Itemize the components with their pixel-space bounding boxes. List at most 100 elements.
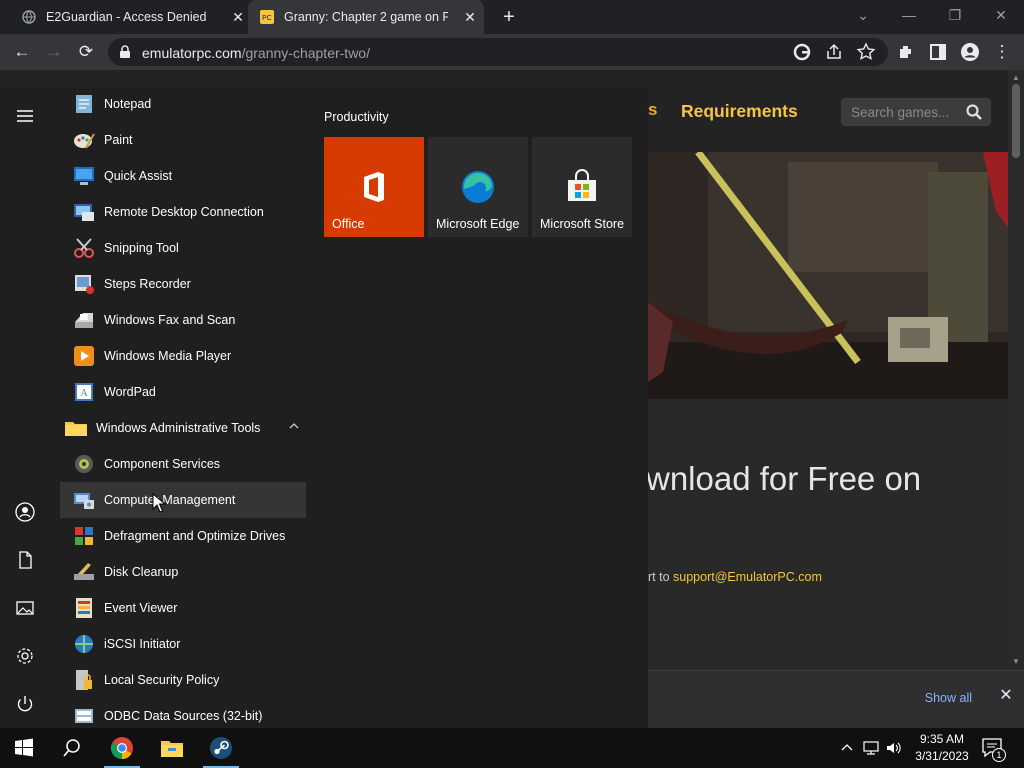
network-icon[interactable] bbox=[862, 739, 880, 757]
tab-e2guardian[interactable]: E2Guardian - Access Denied ✕ bbox=[22, 0, 246, 34]
app-label: Computer Management bbox=[104, 493, 236, 507]
tile-microsoft-edge[interactable]: Microsoft Edge bbox=[428, 137, 528, 237]
close-window-button[interactable]: ✕ bbox=[986, 3, 1016, 27]
site-search-input[interactable]: Search games... bbox=[841, 98, 991, 126]
back-button[interactable]: ← bbox=[10, 40, 34, 64]
svg-text:PC: PC bbox=[262, 15, 272, 22]
settings-gear-icon[interactable] bbox=[13, 644, 37, 668]
forward-button[interactable]: → bbox=[42, 40, 66, 64]
scroll-down-arrow-icon[interactable]: ▼ bbox=[1011, 657, 1021, 667]
app-disk-cleanup[interactable]: Disk Cleanup bbox=[60, 554, 306, 590]
app-label: Remote Desktop Connection bbox=[104, 205, 264, 219]
tiles-group-label: Productivity bbox=[324, 110, 389, 124]
browser-toolbar: ← → ⟳ emulatorpc.com/granny-chapter-two/… bbox=[0, 34, 1024, 70]
url-text: emulatorpc.com/granny-chapter-two/ bbox=[142, 45, 370, 61]
address-bar[interactable]: emulatorpc.com/granny-chapter-two/ bbox=[108, 38, 888, 66]
taskbar: 9:35 AM 3/31/2023 1 bbox=[0, 728, 1024, 768]
taskbar-steam[interactable] bbox=[197, 728, 245, 768]
share-icon[interactable] bbox=[824, 42, 844, 62]
search-button[interactable] bbox=[48, 728, 96, 768]
app-fax-scan[interactable]: Windows Fax and Scan bbox=[60, 302, 306, 338]
hamburger-menu-icon[interactable] bbox=[13, 104, 37, 128]
app-event-viewer[interactable]: Event Viewer bbox=[60, 590, 306, 626]
system-clock[interactable]: 9:35 AM 3/31/2023 bbox=[910, 731, 974, 765]
app-iscsi-initiator[interactable]: iSCSI Initiator bbox=[60, 626, 306, 662]
computer-management-icon bbox=[74, 493, 94, 509]
minimize-button[interactable]: — bbox=[894, 3, 924, 27]
documents-icon[interactable] bbox=[13, 548, 37, 572]
tab-search-icon[interactable]: ⌄ bbox=[848, 3, 878, 27]
svg-text:A: A bbox=[80, 388, 88, 399]
fax-scan-icon bbox=[75, 313, 93, 328]
profile-icon[interactable] bbox=[960, 42, 980, 62]
tile-label: Microsoft Edge bbox=[436, 217, 520, 231]
volume-icon[interactable] bbox=[885, 739, 903, 757]
restore-button[interactable]: ❐ bbox=[940, 3, 970, 27]
bookmark-star-icon[interactable] bbox=[856, 42, 876, 62]
url-path: /granny-chapter-two/ bbox=[241, 45, 370, 61]
extensions-icon[interactable] bbox=[896, 42, 916, 62]
tile-label: Microsoft Store bbox=[540, 217, 625, 231]
mouse-cursor-icon bbox=[152, 493, 166, 513]
store-icon bbox=[568, 169, 596, 201]
tab-title: Granny: Chapter 2 game on PC fo bbox=[284, 10, 448, 24]
app-defragment[interactable]: Defragment and Optimize Drives bbox=[60, 518, 306, 554]
app-label: Windows Fax and Scan bbox=[104, 313, 236, 327]
show-hidden-icons-chevron-icon[interactable] bbox=[838, 739, 856, 757]
app-remote-desktop[interactable]: Remote Desktop Connection bbox=[60, 194, 306, 230]
app-quick-assist[interactable]: Quick Assist bbox=[60, 158, 306, 194]
reload-button[interactable]: ⟳ bbox=[74, 40, 98, 64]
app-list: Notepad Paint Quick Assist Remote Deskto… bbox=[50, 88, 308, 728]
chevron-up-icon[interactable] bbox=[288, 420, 300, 432]
app-label: iSCSI Initiator bbox=[104, 637, 181, 651]
search-icon bbox=[63, 739, 80, 757]
app-odbc-32[interactable]: ODBC Data Sources (32-bit) bbox=[60, 698, 306, 728]
nav-link-partial[interactable]: s bbox=[648, 100, 657, 120]
close-tab-icon[interactable]: ✕ bbox=[230, 9, 246, 25]
power-icon[interactable] bbox=[13, 692, 37, 716]
downloads-bar: Show all ✕ bbox=[648, 670, 1024, 728]
defragment-icon bbox=[75, 527, 93, 545]
folder-windows-admin-tools[interactable]: Windows Administrative Tools bbox=[60, 410, 306, 446]
user-account-icon[interactable] bbox=[13, 500, 37, 524]
app-steps-recorder[interactable]: Steps Recorder bbox=[60, 266, 306, 302]
tile-microsoft-store[interactable]: Microsoft Store bbox=[532, 137, 632, 237]
search-icon[interactable] bbox=[965, 103, 983, 121]
app-computer-management[interactable]: Computer Management bbox=[60, 482, 306, 518]
pictures-icon[interactable] bbox=[13, 596, 37, 620]
taskbar-file-explorer[interactable] bbox=[148, 728, 196, 768]
close-tab-icon[interactable]: ✕ bbox=[462, 9, 478, 25]
steps-recorder-icon bbox=[75, 275, 94, 294]
tile-office[interactable]: Office bbox=[324, 137, 424, 237]
url-domain: emulatorpc.com bbox=[142, 45, 242, 61]
app-label: Paint bbox=[104, 133, 133, 147]
close-downloads-icon[interactable]: ✕ bbox=[998, 688, 1014, 704]
iscsi-icon bbox=[75, 635, 93, 653]
folder-label: Windows Administrative Tools bbox=[96, 421, 261, 435]
new-tab-button[interactable]: + bbox=[498, 6, 520, 28]
app-snipping-tool[interactable]: Snipping Tool bbox=[60, 230, 306, 266]
search-placeholder: Search games... bbox=[851, 105, 950, 120]
app-component-services[interactable]: Component Services bbox=[60, 446, 306, 482]
side-panel-icon[interactable] bbox=[928, 42, 948, 62]
file-explorer-icon bbox=[161, 741, 183, 757]
scrollbar-thumb[interactable] bbox=[1012, 84, 1020, 158]
app-paint[interactable]: Paint bbox=[60, 122, 306, 158]
nav-link-requirements[interactable]: Requirements bbox=[681, 101, 798, 122]
scroll-up-arrow-icon[interactable]: ▲ bbox=[1011, 73, 1021, 83]
google-icon[interactable] bbox=[792, 42, 812, 62]
start-button[interactable] bbox=[0, 728, 48, 768]
app-wordpad[interactable]: A WordPad bbox=[60, 374, 306, 410]
support-email-link[interactable]: support@EmulatorPC.com bbox=[673, 570, 822, 584]
app-media-player[interactable]: Windows Media Player bbox=[60, 338, 306, 374]
browser-menu-icon[interactable]: ⋮ bbox=[990, 40, 1014, 64]
tab-granny[interactable]: PC Granny: Chapter 2 game on PC fo ✕ bbox=[248, 0, 484, 34]
app-label: Event Viewer bbox=[104, 601, 178, 615]
taskbar-chrome[interactable] bbox=[98, 728, 146, 768]
show-all-downloads-link[interactable]: Show all bbox=[925, 691, 972, 705]
security-policy-icon bbox=[76, 670, 92, 690]
paint-icon bbox=[74, 133, 95, 149]
app-notepad[interactable]: Notepad bbox=[60, 88, 306, 122]
app-local-security-policy[interactable]: Local Security Policy bbox=[60, 662, 306, 698]
page-scrollbar[interactable]: ▲ ▼ bbox=[1008, 70, 1024, 670]
